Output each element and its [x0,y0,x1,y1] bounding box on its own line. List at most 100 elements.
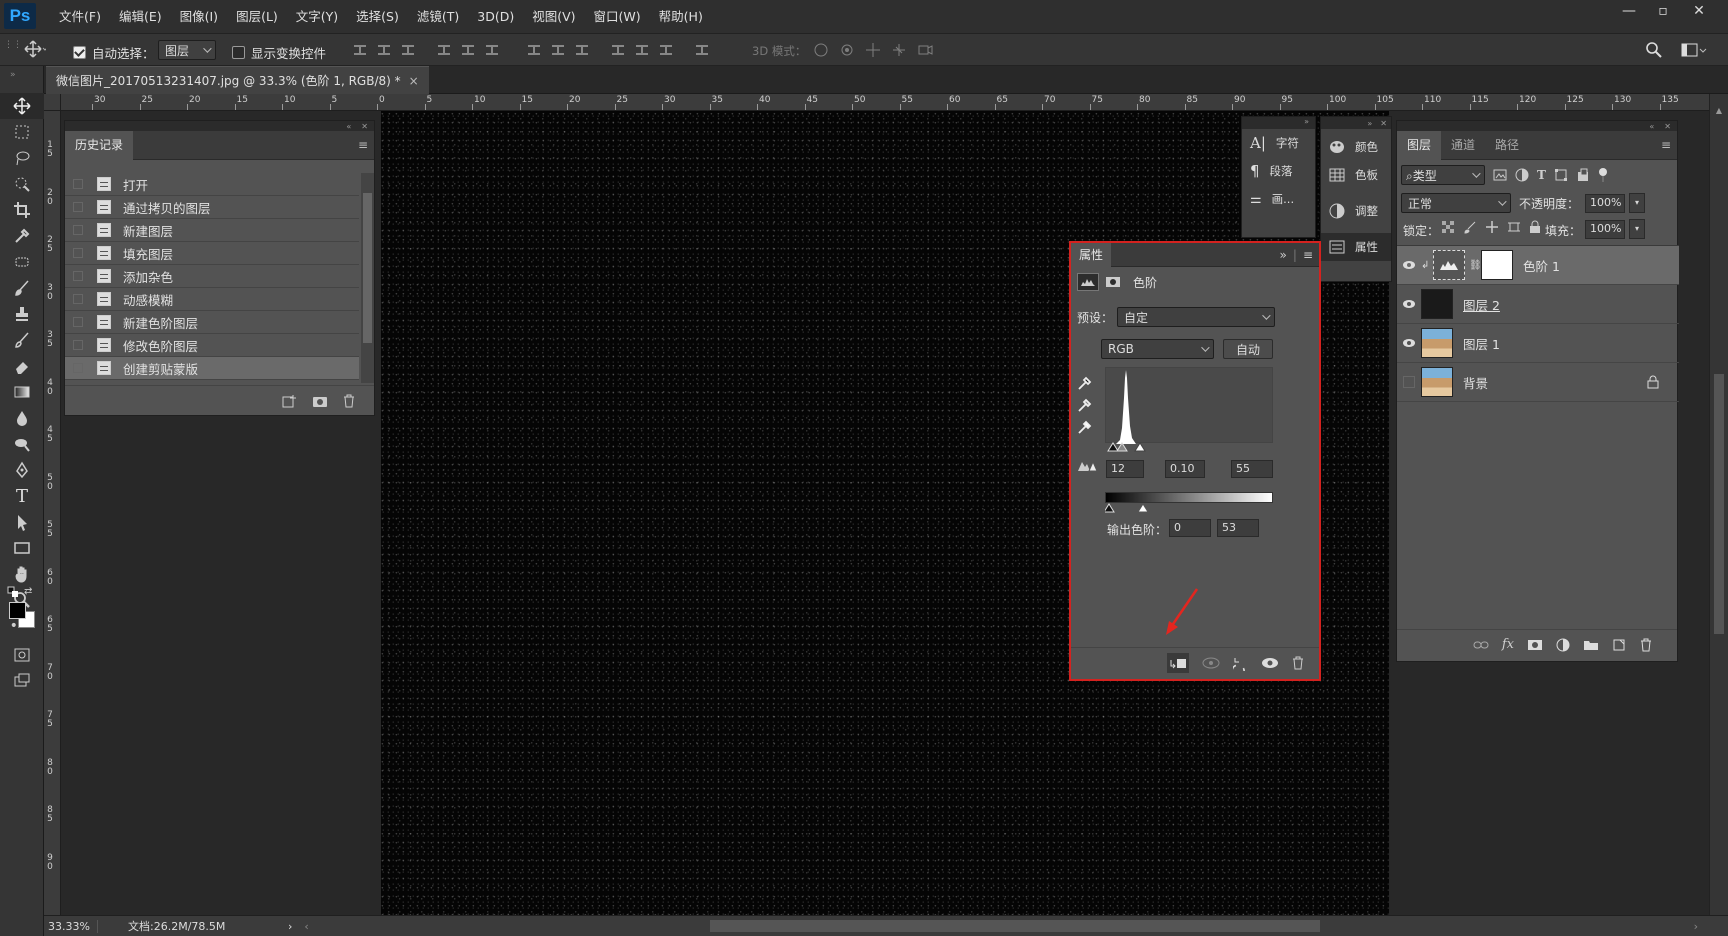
align-top-icon[interactable] [350,40,370,60]
layer-style-fx-icon[interactable]: fx [1502,637,1514,652]
toggle-visibility-eye-icon[interactable] [1261,656,1279,670]
collapse-panel-icon[interactable]: « [1649,122,1654,131]
layer-row[interactable]: 图层 1 [1397,324,1679,363]
menu-file[interactable]: 文件(F) [50,0,110,33]
patch-tool-icon[interactable] [0,249,44,275]
rectangle-tool-icon[interactable] [0,535,44,561]
align-bottom-icon[interactable] [398,40,418,60]
clipping-warning-icon[interactable] [1077,459,1099,473]
input-levels-slider[interactable] [1105,442,1273,452]
search-icon[interactable] [1645,41,1663,59]
distribute-bottom-icon[interactable] [572,40,592,60]
history-item[interactable]: 打开 [65,173,359,196]
align-right-icon[interactable] [482,40,502,60]
layer-mask-thumbnail[interactable] [1481,250,1513,280]
tab-history[interactable]: 历史记录 [65,130,134,160]
history-item[interactable]: 填充图层 [65,242,359,265]
menu-filter[interactable]: 滤镜(T) [408,0,468,33]
fill-slider-toggle-icon[interactable]: ▾ [1629,219,1645,239]
auto-align-icon[interactable] [692,40,712,60]
lock-position-icon[interactable] [1485,220,1499,234]
ruler-origin[interactable] [44,94,61,111]
channel-dropdown[interactable]: RGB [1101,339,1214,359]
panel-properties[interactable]: 属性 [1321,233,1391,261]
visibility-eye-icon[interactable] [1397,338,1421,348]
collapse-panel-icon[interactable]: « [346,122,351,131]
lasso-tool-icon[interactable] [0,145,44,171]
maximize-button[interactable]: ▫ [1646,0,1680,24]
stamp-tool-icon[interactable] [0,301,44,327]
filter-toggle-icon[interactable] [1598,167,1608,183]
panel-adjustments[interactable]: 调整 [1321,197,1391,225]
layer-name[interactable]: 图层 1 [1463,334,1500,353]
lock-image-pixels-icon[interactable] [1463,220,1477,234]
lock-transparent-pixels-icon[interactable] [1441,220,1455,234]
auto-select-checkbox[interactable] [73,46,86,59]
clip-to-layer-icon[interactable] [1167,652,1189,673]
layer-mask-icon[interactable] [1103,273,1123,291]
minimize-button[interactable]: — [1612,0,1646,24]
default-colors-icon[interactable] [7,586,19,598]
panel-swatches[interactable]: 色板 [1321,161,1391,189]
document-tab[interactable]: 微信图片_20170513231407.jpg @ 33.3% (色阶 1, R… [46,66,429,94]
marquee-tool-icon[interactable] [0,119,44,145]
filter-smart-object-icon[interactable] [1576,168,1590,182]
layer-filter-dropdown[interactable]: ⌕类型 [1401,165,1485,185]
view-previous-state-icon[interactable] [1201,656,1221,670]
history-item-selected[interactable]: 创建剪贴蒙版 [65,357,359,380]
panel-paragraph[interactable]: ¶ 段落 [1242,157,1315,185]
history-item[interactable]: 修改色阶图层 [65,334,359,357]
close-panel-icon[interactable]: ✕ [361,122,368,131]
blur-tool-icon[interactable] [0,405,44,431]
history-item[interactable]: 通过拷贝的图层 [65,196,359,219]
snapshot-camera-icon[interactable] [312,394,328,408]
brush-tool-icon[interactable] [0,275,44,301]
collapse-panel-icon[interactable]: » [1280,248,1287,262]
lock-all-icon[interactable] [1529,220,1541,234]
foreground-color-swatch[interactable] [9,602,26,619]
crop-tool-icon[interactable] [0,197,44,223]
filter-shape-icon[interactable] [1554,168,1568,182]
status-menu-arrow-icon[interactable]: › [288,920,292,933]
panel-menu-icon[interactable]: ≡ [1303,248,1313,262]
distribute-hcenter-icon[interactable] [632,40,652,60]
black-point-eyedropper-icon[interactable] [1077,375,1093,391]
lock-artboard-icon[interactable] [1507,220,1521,234]
history-item[interactable]: 新建色阶图层 [65,311,359,334]
quick-select-tool-icon[interactable] [0,171,44,197]
filter-pixel-icon[interactable] [1493,169,1507,181]
distribute-top-icon[interactable] [524,40,544,60]
link-chain-icon[interactable]: ⛓ [1469,260,1482,271]
visibility-toggle-off[interactable] [1397,376,1421,388]
canvas-vertical-scrollbar[interactable]: ▲ [1709,94,1728,915]
output-levels-slider[interactable] [1105,503,1273,513]
align-vcenter-icon[interactable] [374,40,394,60]
input-gamma-field[interactable]: 0.10 [1165,460,1205,478]
distribute-left-icon[interactable] [608,40,628,60]
panel-color[interactable]: 颜色 [1321,133,1391,161]
new-layer-icon[interactable] [1612,638,1626,652]
auto-button[interactable]: 自动 [1223,339,1273,359]
close-window-button[interactable]: ✕ [1682,0,1716,24]
layer-row-levels[interactable]: ↲ ⛓ 色阶 1 [1397,246,1679,285]
filter-adjustment-icon[interactable] [1515,168,1529,182]
dodge-tool-icon[interactable] [0,431,44,457]
gray-point-eyedropper-icon[interactable] [1077,397,1093,413]
panel-menu-icon[interactable]: ≡ [358,138,368,152]
input-white-field[interactable]: 55 [1231,460,1273,478]
show-transform-checkbox[interactable] [232,46,245,59]
new-group-folder-icon[interactable] [1583,639,1599,651]
visibility-eye-icon[interactable] [1397,260,1421,270]
output-white-field[interactable]: 53 [1217,519,1259,537]
swap-colors-icon[interactable]: ⇄ [24,586,32,597]
move-tool-preset-icon[interactable] [24,40,46,58]
menu-type[interactable]: 文字(Y) [287,0,347,33]
layer-row[interactable]: 图层 2 [1397,285,1679,324]
close-group-icon[interactable]: ✕ [1380,119,1387,128]
filter-type-icon[interactable]: T [1537,168,1546,182]
menu-edit[interactable]: 编辑(E) [110,0,171,33]
history-item[interactable]: 动感模糊 [65,288,359,311]
new-adjustment-layer-icon[interactable] [1556,638,1570,652]
slide-3d-icon[interactable] [890,41,908,59]
scale-3d-icon[interactable] [916,41,934,59]
